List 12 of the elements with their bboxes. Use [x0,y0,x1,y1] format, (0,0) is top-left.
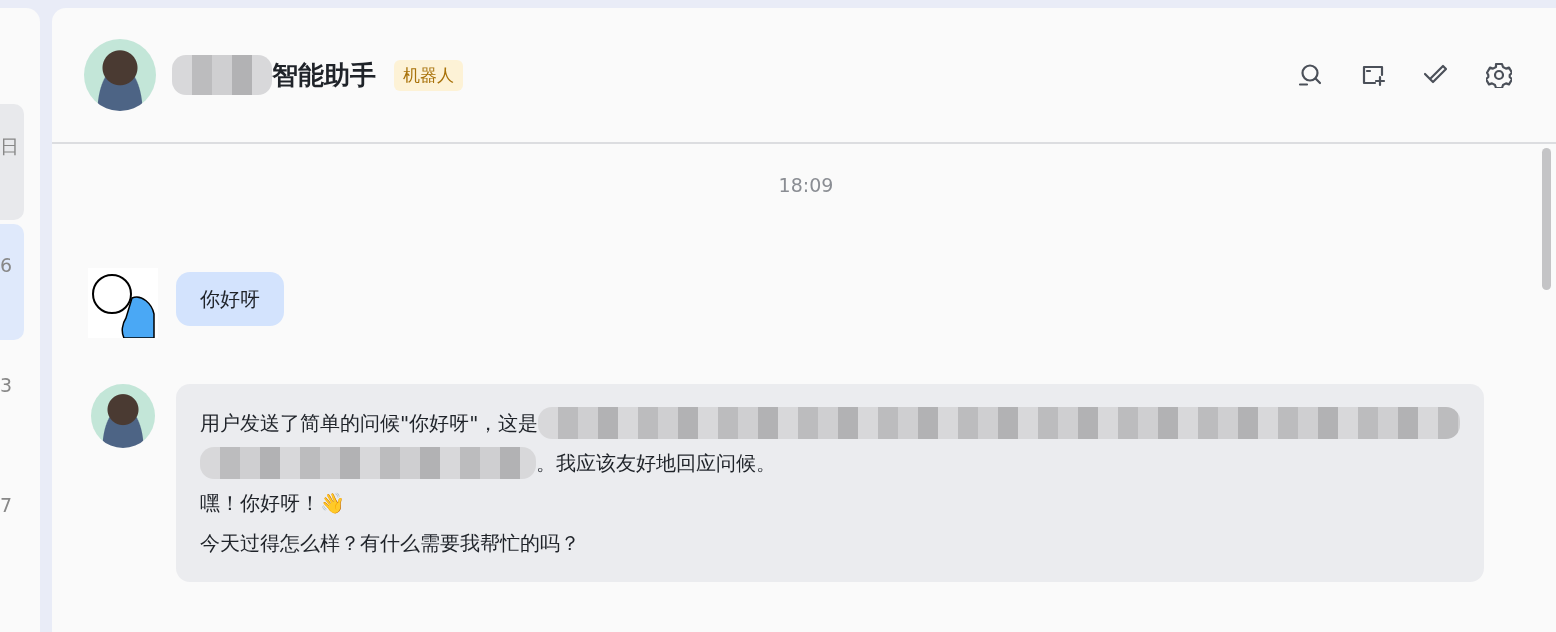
conversation-item[interactable]: 6 [0,224,24,340]
timestamp: 18:09 [778,174,834,196]
user-message: 你好呀 [176,272,284,326]
search-icon[interactable] [1297,62,1323,88]
conversation-item[interactable]: 3 [0,344,24,460]
chat-title: 智能助手 [272,58,376,92]
robot-badge: 机器人 [394,59,463,91]
scrollbar-thumb[interactable] [1542,148,1551,290]
bot-message: 用户发送了简单的问候"你好呀"，这是 。我应该友好地回应问候。 嘿！你好呀！👋 今天过得怎么样？有什么需要我帮忙的吗？ [176,384,1484,582]
conversation-item[interactable]: 日 [0,104,24,220]
settings-icon[interactable] [1486,62,1512,88]
conversation-item[interactable]: 7 [0,464,24,580]
